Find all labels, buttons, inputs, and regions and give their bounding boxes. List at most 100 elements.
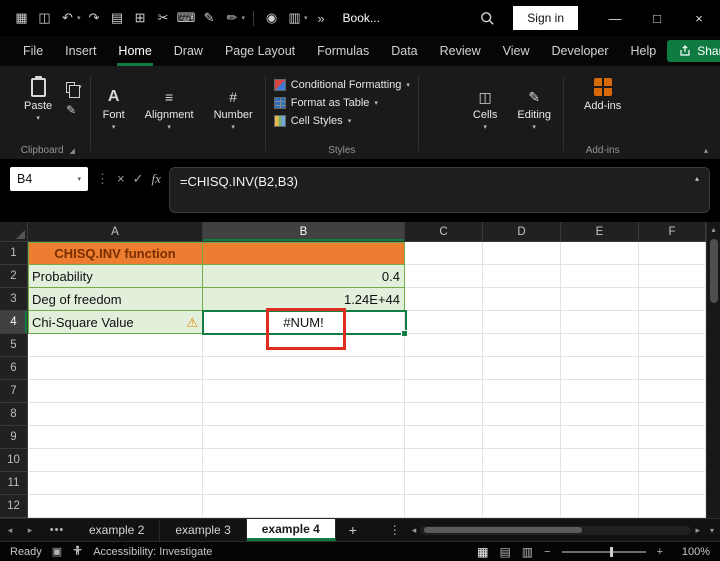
cell-F3[interactable] — [639, 288, 706, 311]
row-header-7[interactable]: 7 — [0, 380, 28, 403]
cell-C10[interactable] — [405, 449, 483, 472]
cell-B7[interactable] — [203, 380, 405, 403]
tab-developer[interactable]: Developer — [541, 36, 620, 66]
scroll-left-icon[interactable]: ◂ — [412, 525, 417, 536]
cell-A4[interactable]: Chi-Square Value ⚠ — [28, 311, 203, 334]
zoom-slider-thumb[interactable] — [610, 547, 613, 557]
font-group-button[interactable]: A Font ▾ — [93, 70, 135, 159]
cell-A12[interactable] — [28, 495, 203, 518]
error-warning-icon[interactable]: ⚠ — [186, 316, 198, 329]
paste-button[interactable]: Paste ▾ — [14, 72, 62, 122]
chevron-down-icon[interactable]: ▾ — [242, 14, 246, 22]
cell-A11[interactable] — [28, 472, 203, 495]
row-header-12[interactable]: 12 — [0, 495, 28, 518]
cell-A8[interactable] — [28, 403, 203, 426]
toolbar-overflow-icon[interactable]: » — [310, 11, 333, 26]
horizontal-scroll-thumb[interactable] — [424, 527, 581, 533]
maximize-button[interactable]: □ — [636, 0, 678, 36]
cell-B6[interactable] — [203, 357, 405, 380]
paste-icon[interactable]: ⊞ — [129, 10, 152, 26]
format-as-table-button[interactable]: Format as Table ▾ — [274, 94, 378, 112]
fill-handle[interactable] — [401, 330, 408, 337]
row-header-9[interactable]: 9 — [0, 426, 28, 449]
cell-D11[interactable] — [483, 472, 561, 495]
cell-D12[interactable] — [483, 495, 561, 518]
macro-record-icon[interactable]: ▣ — [52, 545, 62, 558]
column-header-B[interactable]: B — [203, 222, 405, 242]
name-box[interactable]: B4 ▾ — [10, 167, 88, 191]
cell-C2[interactable] — [405, 265, 483, 288]
format-painter-button[interactable]: ✎ — [66, 103, 82, 117]
cell-A9[interactable] — [28, 426, 203, 449]
minimize-button[interactable]: — — [594, 0, 636, 36]
cell-B11[interactable] — [203, 472, 405, 495]
chevron-down-icon[interactable]: ▾ — [77, 14, 81, 22]
cell-D3[interactable] — [483, 288, 561, 311]
tab-page-layout[interactable]: Page Layout — [214, 36, 306, 66]
pencil-icon[interactable]: ✏ — [221, 10, 244, 26]
formula-input[interactable]: =CHISQ.INV(B2,B3) ▴ — [169, 167, 710, 213]
cell-A7[interactable] — [28, 380, 203, 403]
sign-in-button[interactable]: Sign in — [513, 6, 578, 30]
column-header-C[interactable]: C — [405, 222, 483, 242]
cell-C1[interactable] — [405, 242, 483, 265]
cell-E3[interactable] — [561, 288, 639, 311]
horizontal-scroll-track[interactable] — [420, 526, 691, 535]
sheet-nav-left-icon[interactable]: ◂ — [0, 525, 20, 536]
cut-icon[interactable]: ✂ — [152, 10, 175, 26]
cell-B12[interactable] — [203, 495, 405, 518]
cell-E12[interactable] — [561, 495, 639, 518]
save-icon[interactable]: ◫ — [33, 10, 56, 26]
copy-button[interactable]: ▾ — [66, 82, 82, 93]
row-header-5[interactable]: 5 — [0, 334, 28, 357]
chevron-down-icon[interactable]: ▾ — [304, 14, 308, 22]
cell-C7[interactable] — [405, 380, 483, 403]
tab-review[interactable]: Review — [429, 36, 492, 66]
cell-E1[interactable] — [561, 242, 639, 265]
cell-B10[interactable] — [203, 449, 405, 472]
cell-C9[interactable] — [405, 426, 483, 449]
cell-E10[interactable] — [561, 449, 639, 472]
cell-F1[interactable] — [639, 242, 706, 265]
vertical-scroll-down-icon[interactable]: ▾ — [704, 526, 720, 535]
cell-F12[interactable] — [639, 495, 706, 518]
keyboard-icon[interactable]: ⌨ — [175, 10, 198, 26]
cell-B8[interactable] — [203, 403, 405, 426]
row-header-8[interactable]: 8 — [0, 403, 28, 426]
cell-D6[interactable] — [483, 357, 561, 380]
share-button[interactable]: Share — [667, 40, 720, 62]
cell-B5[interactable] — [203, 334, 405, 357]
tab-draw[interactable]: Draw — [163, 36, 214, 66]
sheet-options-icon[interactable]: ⋮ — [382, 523, 408, 537]
scroll-right-icon[interactable]: ▸ — [695, 525, 700, 536]
row-header-11[interactable]: 11 — [0, 472, 28, 495]
cell-C4[interactable] — [405, 311, 483, 334]
chart-icon[interactable]: ▥ — [283, 10, 306, 26]
row-header-10[interactable]: 10 — [0, 449, 28, 472]
column-header-A[interactable]: A — [28, 222, 203, 242]
cell-styles-button[interactable]: Cell Styles ▾ — [274, 112, 351, 130]
sheet-nav-right-icon[interactable]: ▸ — [20, 525, 40, 536]
select-all-corner[interactable] — [0, 222, 28, 242]
dialog-launcher-icon[interactable]: ◢ — [70, 147, 75, 155]
cells-group-button[interactable]: ◫ Cells ▾ — [463, 70, 507, 159]
close-button[interactable]: × — [678, 0, 720, 36]
cell-C6[interactable] — [405, 357, 483, 380]
cell-A10[interactable] — [28, 449, 203, 472]
cell-C12[interactable] — [405, 495, 483, 518]
cell-E11[interactable] — [561, 472, 639, 495]
cell-F7[interactable] — [639, 380, 706, 403]
cell-D9[interactable] — [483, 426, 561, 449]
tab-formulas[interactable]: Formulas — [306, 36, 380, 66]
cell-E2[interactable] — [561, 265, 639, 288]
cell-D1[interactable] — [483, 242, 561, 265]
cell-D8[interactable] — [483, 403, 561, 426]
column-header-E[interactable]: E — [561, 222, 639, 242]
search-icon[interactable] — [480, 11, 495, 26]
conditional-formatting-button[interactable]: Conditional Formatting ▾ — [274, 76, 410, 94]
zoom-slider[interactable] — [562, 551, 646, 553]
cell-A5[interactable] — [28, 334, 203, 357]
column-header-D[interactable]: D — [483, 222, 561, 242]
vertical-scrollbar[interactable]: ▴ — [706, 222, 720, 518]
zoom-out-icon[interactable]: − — [544, 546, 550, 558]
